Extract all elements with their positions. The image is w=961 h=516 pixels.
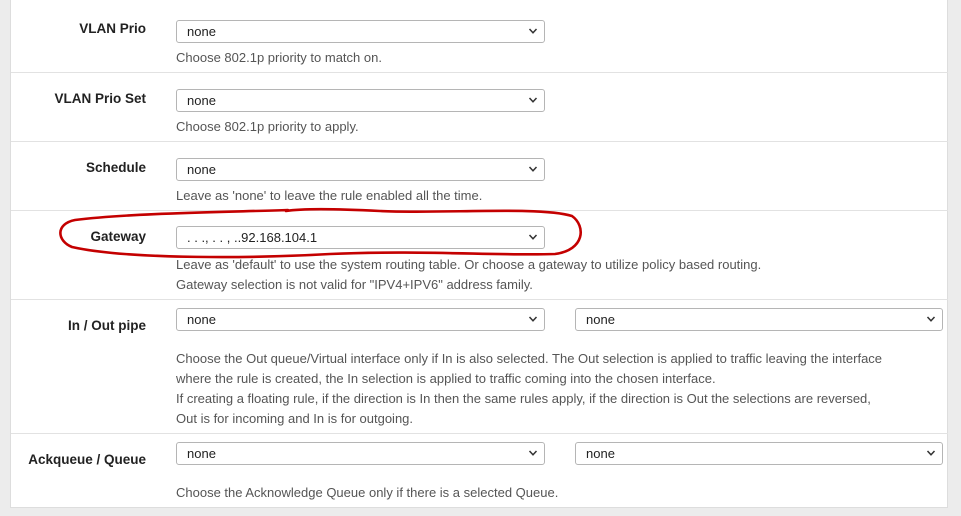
ackqueue-help: Choose the Acknowledge Queue only if the… <box>176 485 559 500</box>
gateway-label: Gateway <box>90 229 146 244</box>
vlan-prio-set-label: VLAN Prio Set <box>54 91 146 106</box>
queue-select-value: none <box>586 446 615 461</box>
chevron-down-icon <box>528 450 538 456</box>
chevron-down-icon <box>926 316 936 322</box>
in-out-pipe-label: In / Out pipe <box>68 318 146 333</box>
in-pipe-select-value: none <box>187 312 216 327</box>
gateway-row: Gateway . . ., . . , ..92.168.104.1 Leav… <box>11 211 948 300</box>
in-out-pipe-help-line-2: where the rule is created, the In select… <box>176 371 716 386</box>
schedule-label: Schedule <box>85 160 146 175</box>
schedule-select[interactable]: none <box>176 158 545 181</box>
in-out-pipe-help-line-3: If creating a floating rule, if the dire… <box>176 391 871 406</box>
schedule-select-value: none <box>187 162 216 177</box>
vlan-prio-set-select-value: none <box>187 93 216 108</box>
in-out-pipe-help-line-1: Choose the Out queue/Virtual interface o… <box>176 351 883 366</box>
ackqueue-label: Ackqueue / Queue <box>28 452 146 467</box>
ackqueue-select[interactable]: none <box>176 442 545 465</box>
in-out-pipe-row: In / Out pipe none none Choose the Out q… <box>11 300 948 434</box>
vlan-prio-set-row: VLAN Prio Set none Choose 802.1p priorit… <box>11 73 948 142</box>
out-pipe-select-value: none <box>586 312 615 327</box>
gateway-help-line-1: Leave as 'default' to use the system rou… <box>176 257 762 272</box>
schedule-help: Leave as 'none' to leave the rule enable… <box>176 188 483 203</box>
in-pipe-select[interactable]: none <box>176 308 545 331</box>
chevron-down-icon <box>926 450 936 456</box>
out-pipe-select[interactable]: none <box>575 308 943 331</box>
gateway-select-value: . . ., . . , ..92.168.104.1 <box>187 230 318 245</box>
chevron-down-icon <box>528 28 538 34</box>
vlan-prio-set-select[interactable]: none <box>176 89 545 112</box>
vlan-prio-row: VLAN Prio none Choose 802.1p priority to… <box>11 0 948 73</box>
gateway-help-line-2: Gateway selection is not valid for "IPV4… <box>176 277 533 292</box>
vlan-prio-set-help: Choose 802.1p priority to apply. <box>176 119 359 134</box>
vlan-prio-select[interactable]: none <box>176 20 545 43</box>
chevron-down-icon <box>528 316 538 322</box>
chevron-down-icon <box>528 234 538 240</box>
vlan-prio-select-value: none <box>187 24 216 39</box>
chevron-down-icon <box>528 97 538 103</box>
ackqueue-select-value: none <box>187 446 216 461</box>
vlan-prio-help: Choose 802.1p priority to match on. <box>176 50 382 65</box>
queue-select[interactable]: none <box>575 442 943 465</box>
vlan-prio-label: VLAN Prio <box>79 21 146 36</box>
ackqueue-row: Ackqueue / Queue none none Choose the Ac… <box>11 434 948 508</box>
chevron-down-icon <box>528 166 538 172</box>
schedule-row: Schedule none Leave as 'none' to leave t… <box>11 142 948 211</box>
firewall-rule-advanced-panel: VLAN Prio none Choose 802.1p priority to… <box>10 0 948 508</box>
gateway-select[interactable]: . . ., . . , ..92.168.104.1 <box>176 226 545 249</box>
in-out-pipe-help-line-4: Out is for incoming and In is for outgoi… <box>176 411 414 426</box>
